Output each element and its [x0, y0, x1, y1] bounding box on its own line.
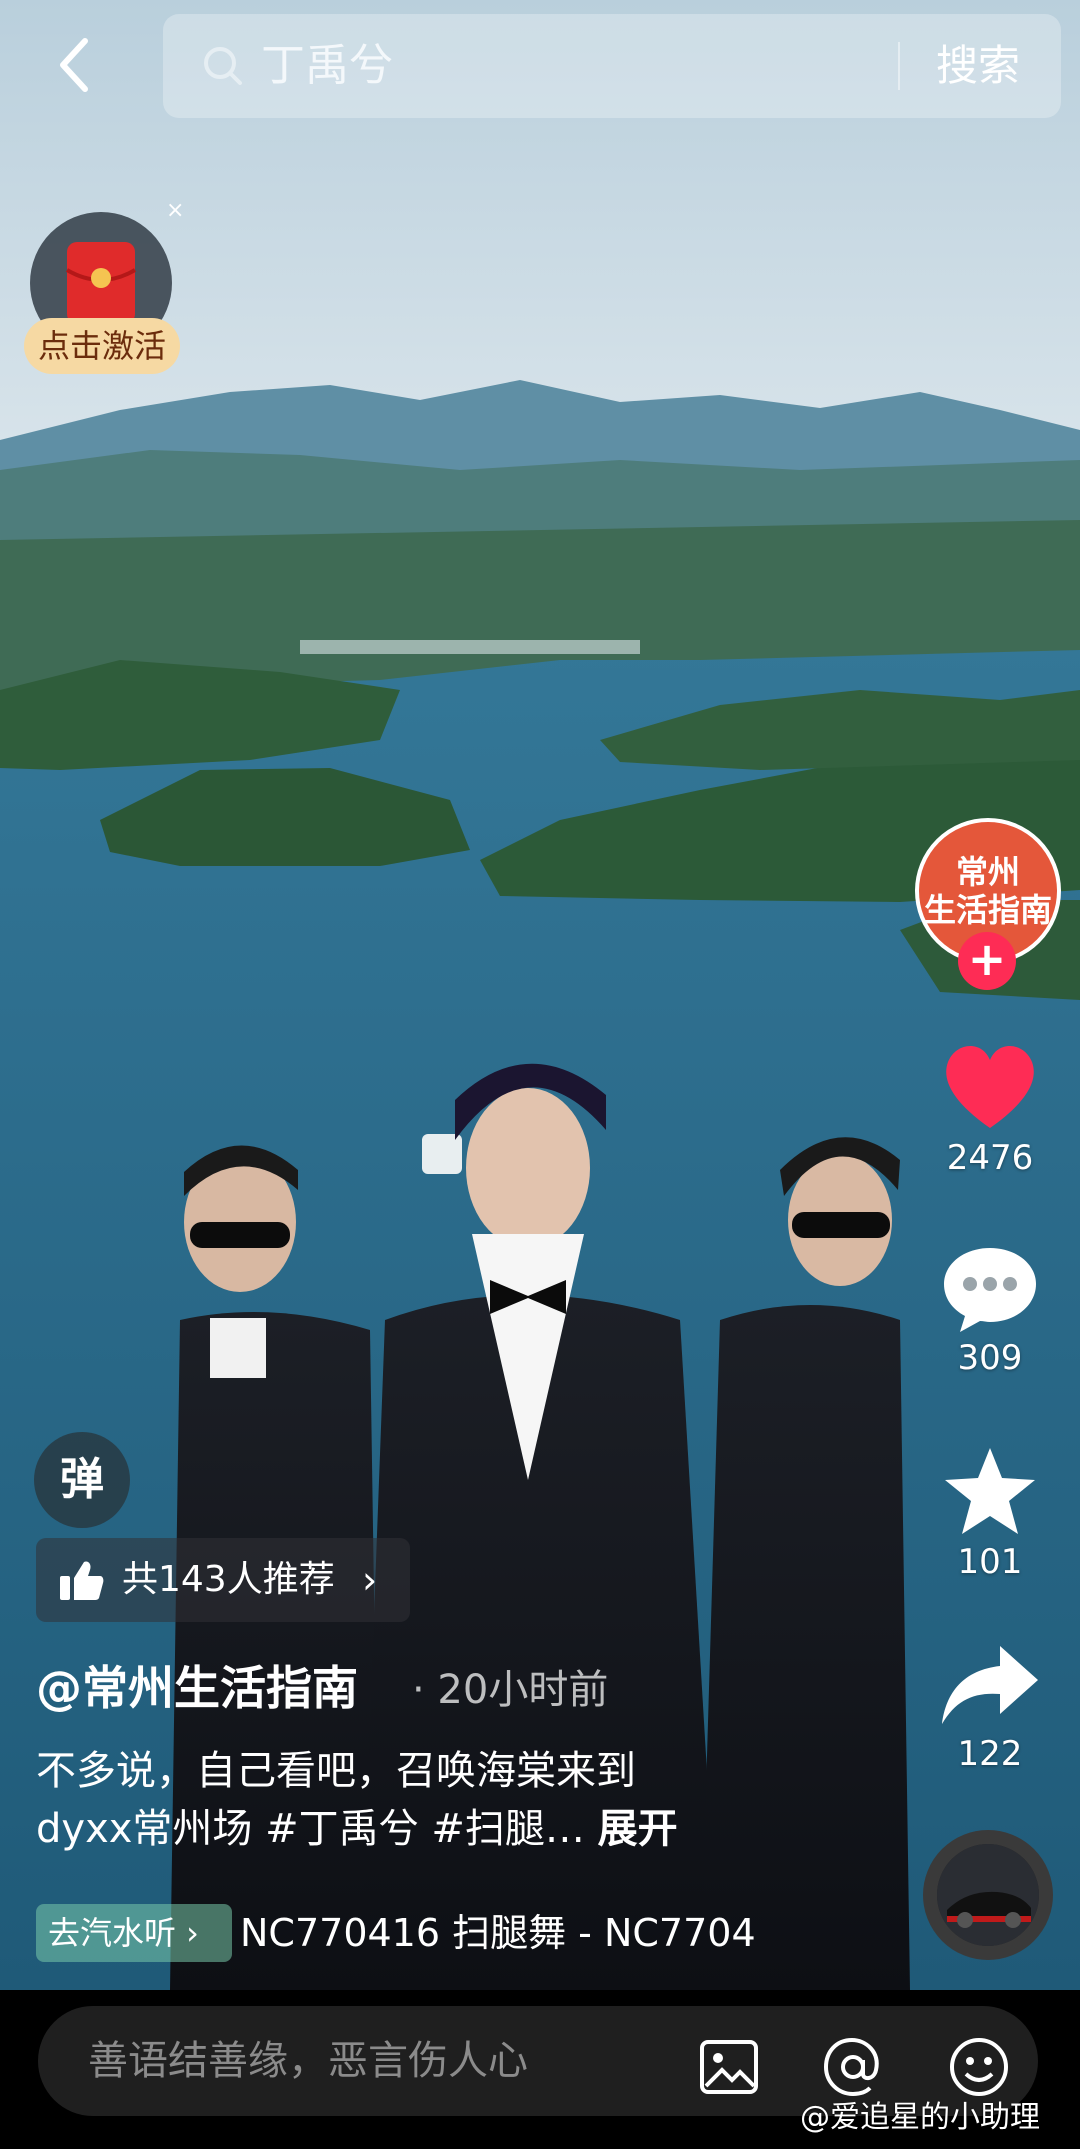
- music-track-title[interactable]: NC770416 扫腿舞 - NC7704: [240, 1904, 846, 1962]
- expand-link[interactable]: 展开: [598, 1806, 678, 1852]
- chevron-right-icon: ›: [362, 1558, 378, 1602]
- search-bar[interactable]: 丁禹兮 搜索: [163, 14, 1061, 118]
- back-button[interactable]: [40, 30, 110, 100]
- weibo-watermark: @爱追星的小助理: [800, 2100, 1040, 2135]
- avatar-text-line1: 常州: [955, 853, 1020, 891]
- search-button[interactable]: 搜索: [936, 36, 1020, 96]
- comment-placeholder: 善语结善缘，恶言伤人心: [88, 2038, 528, 2084]
- red-packet-close-button[interactable]: ×: [166, 198, 184, 223]
- music-disc[interactable]: [923, 1830, 1053, 1960]
- chevron-left-icon: [60, 38, 88, 92]
- caption-line-1: 不多说，自己看吧，召唤海棠来到: [36, 1748, 636, 1794]
- share-count: 122: [957, 1734, 1023, 1774]
- avatar-text-line2: 生活指南: [923, 891, 1052, 929]
- comment-button[interactable]: 309: [930, 1242, 1050, 1378]
- share-arrow-icon: [942, 1646, 1038, 1724]
- heart-icon: [946, 1045, 1034, 1128]
- emoji-icon[interactable]: [948, 2036, 1010, 2098]
- thumbs-up-icon: [60, 1561, 104, 1600]
- like-count: 2476: [946, 1138, 1034, 1178]
- caption-line-2: dyxx常州场 #丁禹兮 #扫腿…: [36, 1806, 598, 1852]
- music-row: 去汽水听 › NC770416 扫腿舞 - NC7704: [36, 1904, 816, 1964]
- search-input[interactable]: 丁禹兮: [261, 36, 393, 96]
- author-handle[interactable]: @常州生活指南: [36, 1658, 358, 1718]
- recommend-count-label: 共143人推荐: [122, 1559, 335, 1600]
- favorite-count: 101: [957, 1542, 1023, 1582]
- comment-count: 309: [957, 1338, 1023, 1378]
- search-icon: [204, 47, 242, 85]
- post-time: · 20小时前: [412, 1667, 609, 1713]
- like-button[interactable]: 2476: [930, 1040, 1050, 1178]
- red-packet-activate-label[interactable]: 点击激活: [24, 318, 180, 374]
- follow-button[interactable]: +: [958, 932, 1016, 990]
- at-mention-icon[interactable]: [822, 2036, 884, 2098]
- star-icon: [945, 1448, 1035, 1534]
- video-caption: 不多说，自己看吧，召唤海棠来到 dyxx常州场 #丁禹兮 #扫腿… 展开: [36, 1742, 816, 1858]
- recommend-pill[interactable]: 共143人推荐 ›: [36, 1538, 410, 1622]
- music-cover-car-image: [937, 1844, 1039, 1946]
- danmu-toggle-button[interactable]: 弹: [34, 1432, 130, 1528]
- red-envelope-icon: [65, 242, 137, 324]
- go-listen-button[interactable]: 去汽水听 ›: [36, 1904, 232, 1962]
- share-button[interactable]: 122: [930, 1640, 1050, 1774]
- comment-bubble-icon: [944, 1248, 1036, 1332]
- search-divider: [898, 42, 900, 90]
- image-icon[interactable]: [698, 2036, 760, 2098]
- favorite-button[interactable]: 101: [930, 1444, 1050, 1582]
